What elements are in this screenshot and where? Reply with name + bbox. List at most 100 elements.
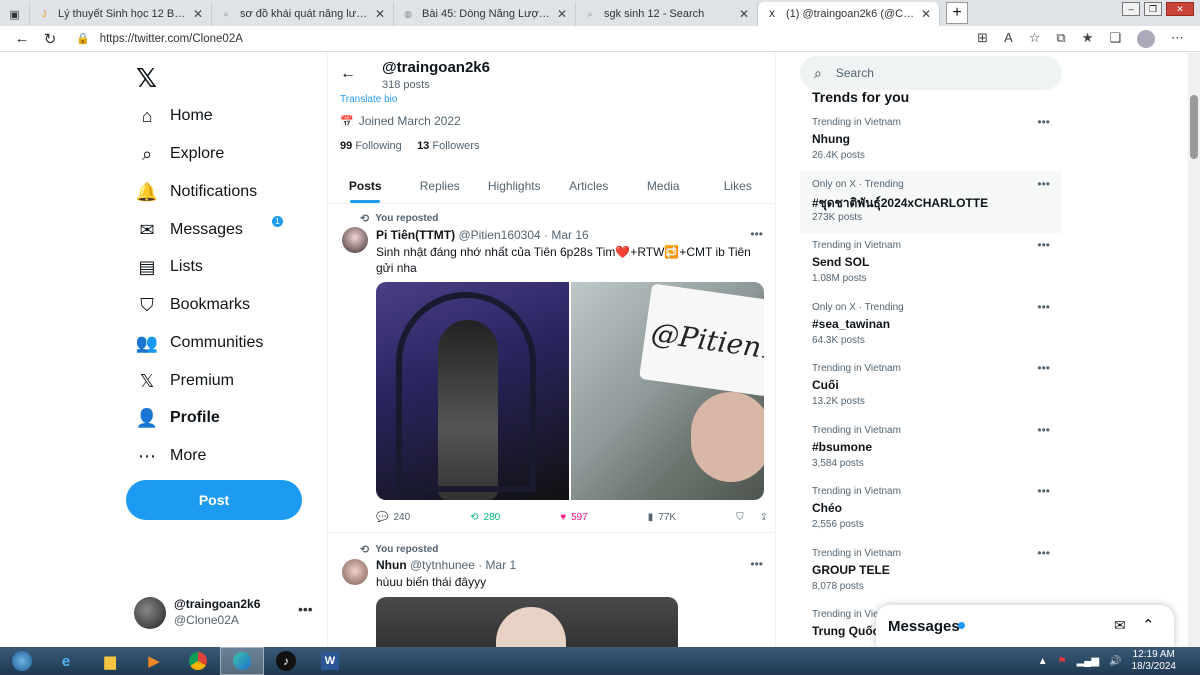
tray-arrow-icon[interactable]: ▲ <box>1038 656 1048 667</box>
tab-articles[interactable]: Articles <box>552 168 627 203</box>
new-tab-button[interactable]: + <box>946 2 968 24</box>
following-link[interactable]: 99 Following <box>340 140 402 152</box>
taskbar-word[interactable]: W <box>308 647 352 675</box>
tweet-more-icon[interactable]: ••• <box>750 557 763 571</box>
network-icon[interactable]: ▂▄▆ <box>1077 656 1099 667</box>
trend-more-icon[interactable]: ••• <box>1037 361 1050 375</box>
account-switcher[interactable]: @traingoan2k6 @Clone02A ••• <box>134 593 314 633</box>
start-button[interactable] <box>0 647 44 675</box>
clock[interactable]: 12:19 AM 18/3/2024 <box>1132 649 1177 673</box>
tweet[interactable]: ⟲ You reposted Pi Tiên(TTMT) @Pitien1603… <box>328 205 775 533</box>
reply-button[interactable]: 💬 240 <box>376 512 410 523</box>
tab-posts[interactable]: Posts <box>328 168 403 203</box>
followers-link[interactable]: 13 Followers <box>417 140 479 152</box>
back-arrow-icon[interactable]: ← <box>340 65 356 83</box>
translate-bio-link[interactable]: Translate bio <box>340 94 397 105</box>
lock-icon[interactable]: 🔒 <box>76 32 90 45</box>
trend-item[interactable]: Trending in Vietnam Nhung 26.4K posts ••… <box>800 109 1062 171</box>
trend-item[interactable]: Trending in Vietnam Cuối 13.2K posts ••• <box>800 355 1062 417</box>
trend-item[interactable]: Trending in Vietnam Chéo 2,556 posts ••• <box>800 478 1062 540</box>
trend-more-icon[interactable]: ••• <box>1037 238 1050 252</box>
trend-more-icon[interactable]: ••• <box>1037 423 1050 437</box>
settings-more-icon[interactable]: ⋯ <box>1171 30 1184 48</box>
media-image-right[interactable]: @Pitien1 <box>571 282 764 500</box>
trend-more-icon[interactable]: ••• <box>1037 546 1050 560</box>
browser-tab[interactable]: ◍ Bài 45: Dòng Năng Lượng Tron ✕ <box>394 2 576 26</box>
back-icon[interactable]: ← <box>8 30 36 47</box>
tweet-author[interactable]: Nhun @tytnhunee · Mar 1 <box>376 558 516 572</box>
taskbar-ie[interactable]: e <box>44 647 88 675</box>
repost-button[interactable]: ⟲ 280 <box>470 512 500 523</box>
read-aloud-icon[interactable]: A <box>1004 30 1013 48</box>
nav-item-more[interactable]: ⋯ More <box>136 445 206 467</box>
bookmark-icon[interactable]: ⛉ <box>736 512 744 523</box>
favorite-add-icon[interactable]: ☆ <box>1029 30 1041 48</box>
tweet-media[interactable]: @Pitien1 <box>376 282 764 500</box>
nav-item-bookmarks[interactable]: ⛉ Bookmarks <box>136 294 250 316</box>
trend-item[interactable]: Trending in Vietnam Send SOL 1.08M posts… <box>800 232 1062 294</box>
extensions-icon[interactable]: ⧉ <box>1056 30 1065 48</box>
media-image-left[interactable] <box>376 282 569 500</box>
trend-item[interactable]: Only on X · Trending #sea_tawinan 64.3K … <box>800 294 1062 356</box>
like-button[interactable]: ♥ 597 <box>560 512 588 523</box>
new-message-icon[interactable]: ✉ <box>1114 617 1126 634</box>
page-scrollbar[interactable] <box>1188 53 1200 647</box>
trend-more-icon[interactable]: ••• <box>1037 177 1050 191</box>
tweet-author-avatar[interactable] <box>342 227 368 253</box>
tab-media[interactable]: Media <box>626 168 701 203</box>
restore-button[interactable]: ❐ <box>1144 2 1162 16</box>
browser-tab[interactable]: ⌕ sgk sinh 12 - Search ✕ <box>576 2 758 26</box>
trend-item[interactable]: Trending in Vietnam GROUP TELE 8,078 pos… <box>800 540 1062 602</box>
tweet-author[interactable]: Pi Tiên(TTMT) @Pitien160304 · Mar 16 <box>376 228 589 242</box>
browser-profile-avatar[interactable] <box>1137 29 1155 48</box>
trend-more-icon[interactable]: ••• <box>1037 115 1050 129</box>
browser-tab[interactable]: X (1) @traingoan2k6 (@Clone02A ✕ <box>758 2 940 26</box>
taskbar-chrome[interactable] <box>176 647 220 675</box>
nav-item-home[interactable]: ⌂ Home <box>136 105 213 127</box>
tab-likes[interactable]: Likes <box>701 168 776 203</box>
browser-menu-button[interactable]: ▣ <box>0 2 30 26</box>
taskbar-explorer[interactable]: ▆ <box>88 647 132 675</box>
tab-close-icon[interactable]: ✕ <box>557 7 567 21</box>
refresh-icon[interactable]: ↻ <box>36 30 64 48</box>
minimize-button[interactable]: – <box>1122 2 1140 16</box>
nav-item-lists[interactable]: ▤ Lists <box>136 256 202 278</box>
more-dots-icon[interactable]: ••• <box>298 601 313 617</box>
search-input[interactable]: ⌕ Search <box>800 56 1062 90</box>
share-icon[interactable]: ⇪ <box>760 512 768 523</box>
nav-item-premium[interactable]: 𝕏 Premium <box>136 370 234 392</box>
messages-drawer[interactable]: Messages ✉ ⌃ <box>876 605 1174 647</box>
tab-replies[interactable]: Replies <box>403 168 478 203</box>
favorites-icon[interactable]: ★ <box>1082 30 1094 48</box>
nav-item-messages[interactable]: ✉ Messages <box>136 219 242 241</box>
tab-close-icon[interactable]: ✕ <box>739 7 749 21</box>
tab-close-icon[interactable]: ✕ <box>193 7 203 21</box>
tweet-author-avatar[interactable] <box>342 559 368 585</box>
trend-item[interactable]: Trending in Vietnam #bsumone 3,584 posts… <box>800 417 1062 479</box>
browser-tab[interactable]: ⌕ sơ đồ khái quát năng lượng tru ✕ <box>212 2 394 26</box>
address-bar[interactable]: 🔒 https://twitter.com/Clone02A <box>76 28 956 50</box>
taskbar-media-player[interactable]: ▶ <box>132 647 176 675</box>
nav-item-notifications[interactable]: 🔔 Notifications <box>136 181 257 203</box>
flag-icon[interactable]: ⚑ <box>1058 656 1067 667</box>
tab-close-icon[interactable]: ✕ <box>921 7 931 21</box>
close-window-button[interactable]: ✕ <box>1166 2 1194 16</box>
trend-item[interactable]: Only on X · Trending #ชุดชาติพันธุ์2024x… <box>800 170 1062 233</box>
taskbar-edge[interactable] <box>220 647 264 675</box>
collections-icon[interactable]: ❏ <box>1109 30 1121 48</box>
volume-icon[interactable]: 🔊 <box>1109 656 1121 667</box>
x-logo-icon[interactable]: 𝕏 <box>136 63 157 94</box>
tweet-more-icon[interactable]: ••• <box>750 227 763 241</box>
apps-icon[interactable]: ⊞ <box>977 30 988 48</box>
tab-highlights[interactable]: Highlights <box>477 168 552 203</box>
browser-tab[interactable]: J Lý thuyết Sinh học 12 Bài 45: D ✕ <box>30 2 212 26</box>
tab-close-icon[interactable]: ✕ <box>375 7 385 21</box>
post-button[interactable]: Post <box>126 480 302 520</box>
url-text[interactable]: https://twitter.com/Clone02A <box>100 33 243 45</box>
trend-more-icon[interactable]: ••• <box>1037 300 1050 314</box>
expand-up-icon[interactable]: ⌃ <box>1142 616 1155 634</box>
nav-item-explore[interactable]: ⌕ Explore <box>136 143 224 165</box>
tweet-media[interactable] <box>376 597 678 647</box>
taskbar-tiktok[interactable]: ♪ <box>264 647 308 675</box>
views-button[interactable]: ▮ 77K <box>648 512 676 523</box>
